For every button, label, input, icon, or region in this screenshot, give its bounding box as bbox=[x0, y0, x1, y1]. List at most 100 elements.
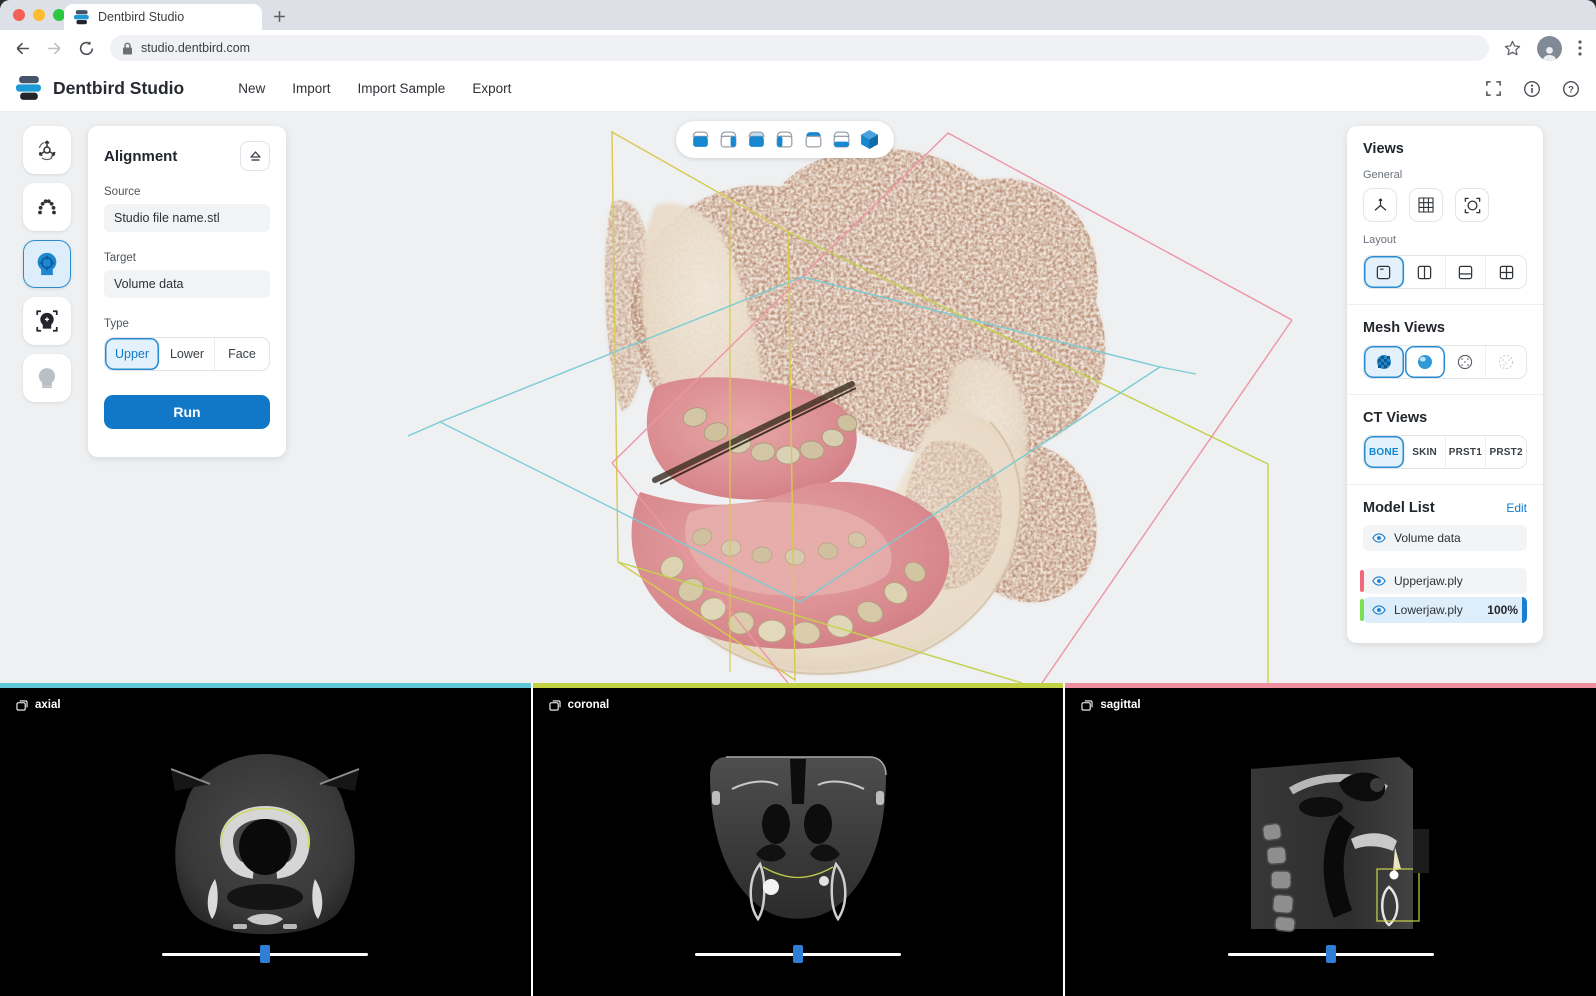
mesh-solid-button[interactable] bbox=[1405, 346, 1446, 378]
browser-toolbar: studio.dentbird.com bbox=[0, 30, 1596, 66]
views-title: Views bbox=[1363, 141, 1527, 157]
axial-accent-bar bbox=[0, 683, 531, 688]
axes-view-button[interactable] bbox=[1363, 188, 1397, 222]
cube-back-icon bbox=[717, 128, 740, 151]
axial-slice-image[interactable] bbox=[115, 729, 415, 944]
left-tool-rail bbox=[23, 126, 71, 402]
ct-prst1-button[interactable]: PRST1 bbox=[1446, 436, 1487, 468]
grid-view-button[interactable] bbox=[1409, 188, 1443, 222]
reload-button[interactable] bbox=[78, 40, 95, 57]
layout-single-button[interactable] bbox=[1364, 256, 1405, 288]
cube-bottom-view-button[interactable] bbox=[830, 128, 853, 151]
browser-menu-kebab-icon[interactable] bbox=[1578, 40, 1582, 56]
face-scan-tool-button[interactable] bbox=[23, 297, 71, 345]
eject-icon bbox=[249, 150, 262, 162]
new-tab-button[interactable] bbox=[270, 7, 288, 25]
cube-left-icon bbox=[745, 128, 768, 151]
center-focus-button[interactable] bbox=[1455, 188, 1489, 222]
back-button[interactable] bbox=[14, 40, 31, 57]
cube-right-icon bbox=[773, 128, 796, 151]
run-button[interactable]: Run bbox=[104, 395, 270, 429]
mesh-views-segment bbox=[1363, 345, 1527, 379]
axial-slice-slider[interactable] bbox=[162, 945, 368, 963]
model-row-volume-data[interactable]: Volume data bbox=[1363, 525, 1527, 551]
target-label: Target bbox=[104, 252, 270, 264]
coronal-slice-panel: coronal bbox=[533, 683, 1064, 996]
mesh-wireframe-sphere-icon bbox=[1456, 353, 1474, 371]
sagittal-slider-thumb[interactable] bbox=[1326, 945, 1336, 963]
expand-window-icon[interactable] bbox=[1081, 700, 1093, 711]
menu-import[interactable]: Import bbox=[292, 81, 330, 96]
cube-right-view-button[interactable] bbox=[773, 128, 796, 151]
expand-window-icon[interactable] bbox=[549, 700, 561, 711]
mesh-solid-sphere-icon bbox=[1416, 353, 1434, 371]
alignment-panel-title: Alignment bbox=[104, 148, 177, 165]
forward-button[interactable] bbox=[46, 40, 63, 57]
cube-left-view-button[interactable] bbox=[745, 128, 768, 151]
layout-main-bottom-button[interactable] bbox=[1446, 256, 1487, 288]
axial-label: axial bbox=[35, 699, 61, 711]
target-field[interactable]: Volume data bbox=[104, 270, 270, 298]
fullscreen-icon[interactable] bbox=[1485, 80, 1502, 97]
menu-new[interactable]: New bbox=[238, 81, 265, 96]
dentbird-logo bbox=[16, 76, 43, 101]
head-alignment-tool-button[interactable] bbox=[23, 240, 71, 288]
layout-label: Layout bbox=[1363, 234, 1527, 246]
help-icon[interactable]: ? bbox=[1562, 80, 1580, 98]
info-icon[interactable] bbox=[1523, 80, 1541, 98]
ct-skin-button[interactable]: SKIN bbox=[1405, 436, 1446, 468]
coronal-slider-thumb[interactable] bbox=[793, 945, 803, 963]
source-field[interactable]: Studio file name.stl bbox=[104, 204, 270, 232]
mesh-wireframe-button[interactable] bbox=[1446, 346, 1487, 378]
favicon bbox=[74, 10, 90, 25]
minimize-window-button[interactable] bbox=[33, 9, 45, 21]
bookmark-star-icon[interactable] bbox=[1504, 40, 1521, 57]
expand-window-icon[interactable] bbox=[16, 700, 28, 711]
collapse-panel-button[interactable] bbox=[240, 141, 270, 171]
sagittal-slice-slider[interactable] bbox=[1228, 945, 1434, 963]
cube-bottom-icon bbox=[830, 128, 853, 151]
axial-slider-thumb[interactable] bbox=[260, 945, 270, 963]
mesh-views-title: Mesh Views bbox=[1363, 320, 1527, 336]
type-upper-button[interactable]: Upper bbox=[105, 338, 160, 370]
model-row-lowerjaw[interactable]: Lowerjaw.ply 100% bbox=[1363, 597, 1527, 623]
dental-arch-tool-button[interactable] bbox=[23, 183, 71, 231]
skull-icon bbox=[34, 365, 60, 391]
source-label: Source bbox=[104, 186, 270, 198]
model-label: Upperjaw.ply bbox=[1394, 574, 1463, 588]
coronal-slice-image[interactable] bbox=[648, 729, 948, 944]
type-lower-button[interactable]: Lower bbox=[160, 338, 215, 370]
3d-workspace: Alignment Source Studio file name.stl Ta… bbox=[0, 112, 1596, 683]
browser-profile-avatar[interactable] bbox=[1537, 36, 1562, 61]
mesh-textured-button[interactable] bbox=[1364, 346, 1405, 378]
ct-prst2-button[interactable]: PRST2 bbox=[1486, 436, 1526, 468]
opacity-slider-grip[interactable] bbox=[1522, 597, 1527, 623]
layout-two-column-button[interactable] bbox=[1405, 256, 1446, 288]
mesh-points-button[interactable] bbox=[1486, 346, 1526, 378]
lowerjaw-color-accent bbox=[1360, 599, 1364, 621]
cube-back-view-button[interactable] bbox=[717, 128, 740, 151]
visibility-eye-icon[interactable] bbox=[1372, 533, 1386, 543]
type-face-button[interactable]: Face bbox=[215, 338, 269, 370]
cube-top-view-button[interactable] bbox=[802, 128, 825, 151]
menu-export[interactable]: Export bbox=[472, 81, 511, 96]
cube-isometric-view-button[interactable] bbox=[858, 128, 881, 151]
sagittal-slice-image[interactable] bbox=[1181, 729, 1481, 944]
ct-views-title: CT Views bbox=[1363, 410, 1527, 426]
menu-import-sample[interactable]: Import Sample bbox=[358, 81, 446, 96]
address-bar[interactable]: studio.dentbird.com bbox=[110, 35, 1489, 61]
close-window-button[interactable] bbox=[13, 9, 25, 21]
skull-tool-button[interactable] bbox=[23, 354, 71, 402]
model-list-edit-link[interactable]: Edit bbox=[1506, 501, 1527, 515]
coronal-label: coronal bbox=[568, 699, 610, 711]
model-row-upperjaw[interactable]: Upperjaw.ply bbox=[1363, 568, 1527, 594]
visibility-eye-icon[interactable] bbox=[1372, 576, 1386, 586]
coronal-slice-slider[interactable] bbox=[695, 945, 901, 963]
cube-front-view-button[interactable] bbox=[689, 128, 712, 151]
orientation-tool-button[interactable] bbox=[23, 126, 71, 174]
ct-bone-button[interactable]: BONE bbox=[1364, 436, 1405, 468]
layout-quad-button[interactable] bbox=[1486, 256, 1526, 288]
visibility-eye-icon[interactable] bbox=[1372, 605, 1386, 615]
ct-views-segment: BONE SKIN PRST1 PRST2 bbox=[1363, 435, 1527, 469]
browser-tab[interactable]: Dentbird Studio bbox=[64, 4, 262, 30]
